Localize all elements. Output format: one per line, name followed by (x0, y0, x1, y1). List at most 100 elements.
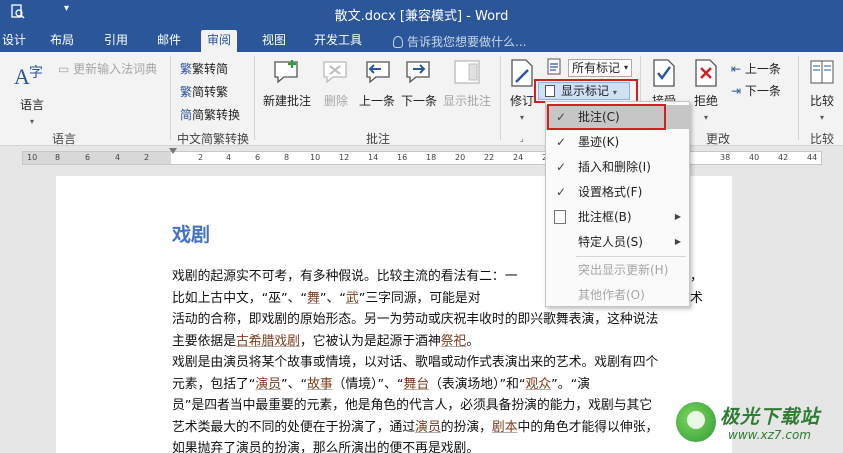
menu-item-ink[interactable]: ✓ 墨迹(K) (546, 130, 689, 154)
tab-review[interactable]: 审阅 (201, 30, 238, 52)
highlight-box (547, 104, 666, 130)
ruler-tick: 20 (455, 153, 466, 162)
show-comments-button[interactable]: 显示批注 (441, 58, 493, 109)
chevron-down-icon: ▾ (703, 113, 708, 122)
window-title: 散文.docx [兼容模式] - Word (334, 9, 509, 24)
ruler-tick: 4 (226, 153, 232, 162)
menu-separator (576, 256, 686, 257)
menu-item-formatting[interactable]: ✓ 设置格式(F) (546, 180, 689, 204)
update-ime-dictionary-button[interactable]: ▭ 更新输入法词典 (58, 60, 157, 77)
tab-layout[interactable]: 布局 (44, 30, 80, 52)
ruler-tick: 22 (484, 153, 495, 162)
tell-me-search[interactable]: 告诉我您想要做什么... (393, 33, 526, 50)
ruler-tick: 6 (255, 153, 261, 162)
chevron-down-icon: ▾ (30, 117, 35, 126)
chevron-down-icon: ▾ (623, 63, 628, 72)
previous-change-icon: ⇤ (731, 62, 742, 76)
group-label-language: 语言 (52, 132, 77, 146)
simp-to-trad-icon: 繁 (180, 85, 193, 99)
display-for-review-icon (547, 58, 561, 75)
group-label-compare: 比较 (810, 132, 835, 146)
ruler-tick: 24 (513, 153, 524, 162)
group-label-changes: 更改 (706, 132, 731, 146)
ruler-tick: 38 (720, 153, 731, 162)
horizontal-ruler[interactable]: 10 8 6 4 2 2 4 6 8 10 12 14 16 18 20 22 … (22, 148, 822, 165)
ruler-tick: 2 (198, 153, 204, 162)
title-bar: ▾ 散文.docx [兼容模式] - Word (0, 0, 843, 26)
previous-change-button[interactable]: ⇤ 上一条 (731, 60, 781, 77)
menu-item-highlight-updates[interactable]: 突出显示更新(H) (546, 258, 689, 282)
markup-display-select[interactable]: 所有标记 ▾ (568, 59, 632, 77)
show-comments-icon (454, 60, 480, 84)
delete-comment-button[interactable]: 删除 (318, 58, 354, 109)
tab-design[interactable]: 设计 (0, 30, 32, 52)
next-change-icon: ⇥ (731, 84, 742, 98)
ruler-tick: 18 (426, 153, 437, 162)
svg-text:字: 字 (29, 65, 43, 81)
ruler-tick: 14 (368, 153, 379, 162)
ruler-tick: 8 (55, 153, 61, 162)
ruler-tick: 6 (85, 153, 91, 162)
menu-item-other-authors[interactable]: 其他作者(O) (546, 283, 689, 307)
menu-item-specific-people[interactable]: 特定人员(S) ▶ (546, 230, 689, 254)
ruler-tick: 10 (27, 153, 38, 162)
group-separator (500, 56, 501, 140)
next-change-button[interactable]: ⇥ 下一条 (731, 82, 781, 99)
next-comment-icon (406, 61, 430, 84)
watermark-url: www.xz7.com (728, 428, 811, 442)
ruler-tick: 42 (778, 153, 789, 162)
ribbon-tabs: 设计 布局 引用 邮件 审阅 视图 开发工具 告诉我您想要做什么... (0, 26, 843, 52)
checkmark-icon: ✓ (556, 185, 567, 199)
site-logo-icon (676, 402, 716, 442)
language-button[interactable]: 语言 ▾ (20, 96, 44, 127)
watermark-name: 极光下载站 (720, 406, 821, 428)
document-heading: 戏剧 (172, 224, 211, 246)
checkmark-icon: ✓ (556, 160, 567, 174)
ruler-tick: 8 (284, 153, 290, 162)
chevron-right-icon: ▶ (674, 237, 681, 246)
group-label-comments: 批注 (366, 132, 391, 146)
group-separator (254, 56, 255, 140)
group-separator (170, 56, 171, 140)
previous-comment-button[interactable]: 上一条 (357, 58, 397, 109)
svg-text:A: A (14, 64, 30, 89)
previous-comment-icon (366, 61, 390, 84)
dictionary-icon: ▭ (58, 62, 74, 76)
chevron-down-icon: ▾ (819, 113, 824, 122)
track-changes-icon (511, 59, 533, 87)
reject-button[interactable]: 拒绝 ▾ (688, 58, 724, 123)
ruler-tick: 4 (115, 153, 121, 162)
show-markup-menu: ✓ 批注(C) ✓ 墨迹(K) ✓ 插入和删除(I) ✓ 设置格式(F) 批注框(B) ▶… (545, 101, 690, 307)
compare-button[interactable]: 比较 ▾ (804, 58, 840, 123)
ruler-tick: 2 (144, 153, 150, 162)
group-label-tracking: ⌟ (520, 134, 524, 143)
new-comment-icon (274, 60, 298, 84)
delete-comment-icon (323, 61, 347, 84)
accept-icon (653, 59, 675, 87)
ribbon: A 字 ▭ 更新输入法词典 语言 ▾ 语言 繁繁转简 繁简转繁 简简繁转换 中文简… (0, 52, 843, 146)
tab-view[interactable]: 视图 (256, 30, 292, 52)
simp-to-trad-button[interactable]: 繁简转繁 (180, 83, 228, 100)
balloons-icon (554, 210, 566, 224)
paragraph-2[interactable]: 戏剧是由演员将某个故事或情境，以对话、歌唱或动作式表演出来的艺术。戏剧有四个 元… (172, 352, 700, 453)
trad-to-simp-button[interactable]: 繁繁转简 (180, 60, 228, 77)
lightbulb-icon (393, 36, 403, 48)
language-icon: A 字 (14, 64, 43, 89)
tab-references[interactable]: 引用 (98, 30, 134, 52)
new-comment-button[interactable]: 新建批注 (260, 58, 314, 109)
ruler-tick: 10 (310, 153, 321, 162)
chinese-convert-button[interactable]: 简简繁转换 (180, 106, 240, 123)
ruler-tick: 12 (339, 153, 350, 162)
group-separator (798, 56, 799, 140)
menu-item-balloons[interactable]: 批注框(B) ▶ (546, 205, 689, 229)
ruler-tick: 40 (749, 153, 760, 162)
indent-marker[interactable] (169, 148, 177, 154)
chevron-right-icon: ▶ (674, 212, 681, 221)
convert-icon: 简 (180, 108, 193, 122)
tab-developer[interactable]: 开发工具 (308, 30, 368, 52)
menu-item-insertions-deletions[interactable]: ✓ 插入和删除(I) (546, 155, 689, 179)
next-comment-button[interactable]: 下一条 (399, 58, 439, 109)
tab-mailings[interactable]: 邮件 (151, 30, 187, 52)
ruler-tick: 16 (397, 153, 408, 162)
ruler-tick: 44 (807, 153, 818, 162)
